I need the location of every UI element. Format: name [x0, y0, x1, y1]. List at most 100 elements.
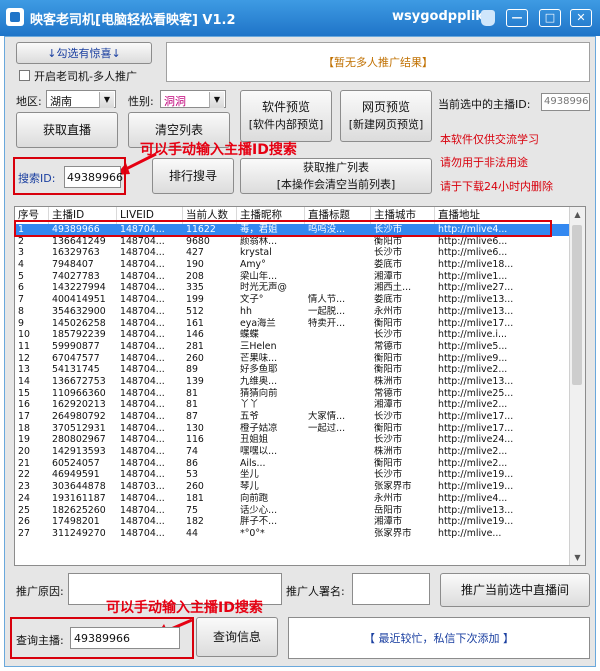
- cell-viewers: 281: [186, 340, 204, 352]
- table-row[interactable]: 21 60524057 148704... 86 Ails... 衡阳市 http://ml…: [15, 458, 571, 470]
- cell-live-id: 148704...: [120, 434, 165, 446]
- table-row[interactable]: 5 74027783 148704... 208 梁山年... 湘潭市 http://mli…: [15, 271, 571, 283]
- cell-live-id: 148704...: [120, 352, 165, 364]
- software-preview-button[interactable]: 软件预览 [软件内部预览]: [240, 90, 332, 142]
- cell-title: [305, 446, 371, 458]
- get-rank-sub: [本操作会清空当前列表]: [276, 178, 396, 191]
- cell-title: [305, 493, 371, 505]
- signature-input[interactable]: [352, 573, 430, 605]
- table-row[interactable]: 9 145026258 148704... 161 eya海兰 特卖开... 衡阳市 http…: [15, 318, 571, 330]
- cell-url: http://mlive13...: [438, 294, 514, 306]
- table-row[interactable]: 24 193161187 148704... 181 向前跑 永州市 http://mliv…: [15, 493, 571, 505]
- software-preview-sub: [软件内部预览]: [248, 118, 324, 131]
- table-row[interactable]: 13 54131745 148704... 89 好多鱼耶 衡阳市 http://mlive…: [15, 364, 571, 376]
- table-row[interactable]: 7 400414951 148704... 199 文子° 情人节... 娄底市 http:/…: [15, 294, 571, 306]
- status-box: 【 最近较忙，私信下次添加 】: [288, 617, 590, 659]
- notice-legal: 请勿用于非法用途: [440, 156, 528, 169]
- cell-nickname: eya海兰: [240, 317, 276, 329]
- vertical-scrollbar[interactable]: ▲ ▼: [569, 207, 585, 565]
- cell-viewers: 181: [186, 492, 204, 504]
- cell-host-id: 46949591: [52, 469, 100, 481]
- query-input[interactable]: 49389966: [70, 627, 180, 649]
- cell-url: http://mlive18...: [438, 259, 514, 271]
- region-select[interactable]: 湖南 ▼: [46, 90, 116, 108]
- scroll-down-icon[interactable]: ▼: [570, 550, 585, 565]
- cell-live-id: 148704...: [120, 527, 165, 539]
- table-row[interactable]: 27 311249270 148704... 44 *°0°* 张家界市 http://ml…: [15, 528, 571, 540]
- table-row[interactable]: 18 370512931 148704... 130 橙子姑凉 一起过... 衡阳市 http…: [15, 423, 571, 435]
- query-info-button[interactable]: 查询信息: [196, 617, 278, 657]
- web-preview-button[interactable]: 网页预览 [新建网页预览]: [340, 90, 432, 142]
- table-row[interactable]: 3 16329763 148704... 427 krystal 长沙市 http://ml…: [15, 247, 571, 259]
- cell-host-id: 60524057: [52, 457, 100, 469]
- scroll-thumb[interactable]: [572, 225, 582, 385]
- cell-city: 衡阳市: [374, 352, 403, 364]
- get-live-button[interactable]: 获取直播: [16, 112, 118, 148]
- table-row[interactable]: 11 59990877 148704... 281 三Helen 常德市 http://ml…: [15, 341, 571, 353]
- host-table[interactable]: 序号 主播ID LIVEID 当前人数 主播昵称 直播标题 主播城市 直播地址 …: [14, 206, 586, 566]
- cell-city: 衡阳市: [374, 235, 403, 247]
- table-row[interactable]: 26 17498201 148704... 182 胖子不... 湘潭市 http://ml…: [15, 516, 571, 528]
- cell-title: [305, 329, 371, 341]
- table-row[interactable]: 8 354632900 148704... 512 hh 一起脱... 永州市 http://…: [15, 306, 571, 318]
- close-button[interactable]: ✕: [570, 9, 592, 27]
- cell-host-id: 280802967: [52, 434, 106, 446]
- cell-host-id: 74027783: [52, 270, 100, 282]
- get-rank-list-button[interactable]: 获取推广列表 [本操作会清空当前列表]: [240, 158, 432, 194]
- cell-viewers: 427: [186, 247, 204, 259]
- cell-index: 18: [18, 422, 30, 434]
- cell-host-id: 67047577: [52, 352, 100, 364]
- table-row[interactable]: 17 264980792 148704... 87 五爷 大家情... 长沙市 http://…: [15, 411, 571, 423]
- cell-url: http://mlive5...: [438, 340, 508, 352]
- rank-search-button[interactable]: 排行搜寻: [152, 158, 234, 194]
- cell-viewers: 161: [186, 317, 204, 329]
- cell-nickname: krystal: [240, 247, 272, 259]
- query-label: 查询主播:: [16, 634, 64, 647]
- cell-url: http://mlive17...: [438, 422, 514, 434]
- restore-button[interactable]: □: [539, 9, 561, 27]
- cell-index: 14: [18, 375, 30, 387]
- table-row[interactable]: 2 136641249 148704... 9680 颜翁林... 衡阳市 http://m…: [15, 236, 571, 248]
- table-row[interactable]: 16 162920213 148704... 81 丫丫 湘潭市 http://mlive2…: [15, 399, 571, 411]
- reason-label: 推广原因:: [16, 585, 64, 598]
- table-row[interactable]: 22 46949591 148704... 53 坐儿 长沙市 http://mlive19…: [15, 469, 571, 481]
- table-row[interactable]: 10 185792239 148704... 146 蝶蝶 长沙市 http://mlive…: [15, 329, 571, 341]
- table-row[interactable]: 15 110966360 148704... 81 猜猜向前 常德市 http://mliv…: [15, 388, 571, 400]
- cell-city: 湘西土...: [374, 282, 412, 294]
- title-bar[interactable]: 映客老司机[电脑轻松看映客] V1.2 wsygodpplike — □ ✕: [0, 0, 600, 36]
- cell-index: 6: [18, 282, 24, 294]
- minimize-button[interactable]: —: [506, 9, 528, 27]
- cell-city: 长沙市: [374, 329, 403, 341]
- cell-url: http://mlive27...: [438, 282, 514, 294]
- table-row[interactable]: 23 303644878 148703... 260 琴儿 张家界市 http://mliv…: [15, 481, 571, 493]
- cell-city: 湘潭市: [374, 270, 403, 282]
- cell-viewers: 86: [186, 457, 198, 469]
- cell-live-id: 148704...: [120, 516, 165, 528]
- table-row[interactable]: 20 142913593 148704... 74 嘿嘿以... 株洲市 http://ml…: [15, 446, 571, 458]
- cell-host-id: 185792239: [52, 329, 106, 341]
- table-row[interactable]: 6 143227994 148704... 335 时光无声@ 湘西土... http://…: [15, 282, 571, 294]
- search-input[interactable]: 49389966: [64, 166, 123, 188]
- skin-icon[interactable]: [481, 10, 495, 26]
- table-row[interactable]: 19 280802967 148704... 116 丑姐姐 长沙市 http://mliv…: [15, 434, 571, 446]
- multi-promo-checkbox[interactable]: [19, 70, 30, 81]
- cell-nickname: 丫丫: [240, 399, 259, 411]
- cell-viewers: 87: [186, 411, 198, 422]
- cell-live-id: 148704...: [120, 329, 165, 341]
- cell-viewers: 116: [186, 434, 204, 446]
- table-row[interactable]: 4 7948407 148704... 190 Amy° 娄底市 http://mlive1…: [15, 259, 571, 271]
- table-row[interactable]: 25 182625260 148704... 75 话少心... 岳阳市 http://ml…: [15, 505, 571, 517]
- selected-host-field[interactable]: 49389966: [541, 93, 590, 111]
- table-row[interactable]: 12 67047577 148704... 260 芒果味... 衡阳市 http://ml…: [15, 353, 571, 365]
- cell-title: [305, 341, 371, 353]
- cell-city: 长沙市: [374, 411, 403, 422]
- scroll-up-icon[interactable]: ▲: [570, 207, 585, 222]
- cell-index: 11: [18, 340, 30, 352]
- surprise-button[interactable]: ↓勾选有惊喜↓: [16, 42, 152, 64]
- cell-title: [305, 247, 371, 259]
- cell-url: http://mlive19...: [438, 481, 514, 493]
- promote-selected-button[interactable]: 推广当前选中直播间: [440, 573, 590, 607]
- table-row[interactable]: 14 136672753 148704... 139 九维奥... 株洲市 http://m…: [15, 376, 571, 388]
- gender-select[interactable]: 洞洞 ▼: [160, 90, 226, 108]
- cell-viewers: 81: [186, 399, 198, 411]
